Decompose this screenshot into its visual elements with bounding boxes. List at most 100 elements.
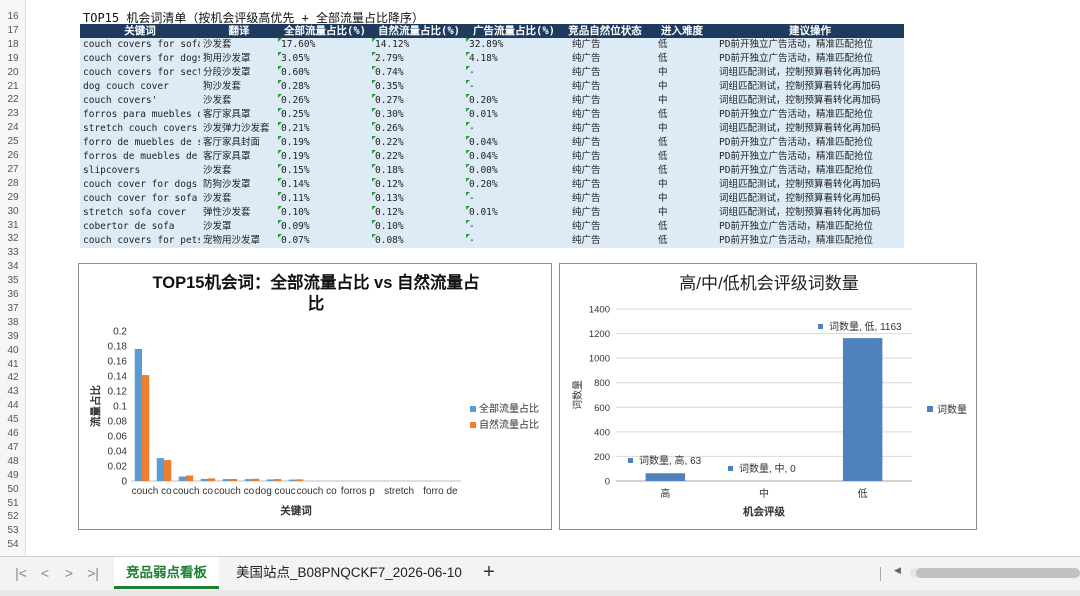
row-number[interactable]: 32 bbox=[0, 232, 26, 246]
row-number[interactable]: 41 bbox=[0, 358, 26, 372]
table-row[interactable]: forro de muebles de sal客厅家具封面0.19%0.22%0… bbox=[80, 136, 904, 150]
table-row[interactable]: couch covers' 沙发套 0.26% 0.27% 0.20% 纯广告中词组匹配测… bbox=[80, 94, 904, 108]
row-number[interactable]: 20 bbox=[0, 66, 26, 80]
table-cell[interactable]: 分段沙发罩 bbox=[200, 66, 278, 80]
table-cell[interactable]: couch covers' bbox=[80, 94, 200, 108]
table-cell[interactable]: 狗沙发套 bbox=[200, 80, 278, 94]
table-cell[interactable]: 中 bbox=[648, 178, 716, 192]
row-number[interactable]: 40 bbox=[0, 344, 26, 358]
table-cell[interactable]: 低 bbox=[648, 38, 716, 52]
table-cell[interactable]: couch cover for dogs bbox=[80, 178, 200, 192]
table-cell[interactable]: 中 bbox=[648, 66, 716, 80]
table-cell[interactable]: 中 bbox=[648, 206, 716, 220]
column-header[interactable]: 进入难度 bbox=[648, 24, 716, 38]
table-row[interactable]: cobertor de sofa 沙发罩 0.09% 0.10% - 纯广告低 PD前开独立… bbox=[80, 220, 904, 234]
prev-sheet-icon[interactable]: < bbox=[34, 565, 56, 581]
column-header[interactable]: 竞品自然位状态 bbox=[562, 24, 648, 38]
row-number[interactable]: 27 bbox=[0, 163, 26, 177]
table-cell[interactable]: 0.18% bbox=[372, 164, 466, 178]
row-number[interactable]: 49 bbox=[0, 469, 26, 483]
table-cell[interactable]: 中 bbox=[648, 122, 716, 136]
table-cell[interactable]: couch covers for sofa bbox=[80, 38, 200, 52]
row-number[interactable]: 42 bbox=[0, 371, 26, 385]
table-cell[interactable]: 词组匹配测试，控制预算看转化再加码 bbox=[716, 206, 904, 220]
rating-count-chart[interactable]: 高/中/低机会评级词数量 0 200 400 600 800 1000 1200 1400 词数量… bbox=[559, 263, 977, 530]
table-cell[interactable]: 0.26% bbox=[278, 94, 372, 108]
table-cell[interactable]: 中 bbox=[648, 94, 716, 108]
table-cell[interactable]: 纯广告 bbox=[562, 108, 648, 122]
table-cell[interactable]: 0.25% bbox=[278, 108, 372, 122]
table-cell[interactable]: - bbox=[466, 66, 562, 80]
table-cell[interactable]: 低 bbox=[648, 220, 716, 234]
row-number[interactable]: 23 bbox=[0, 107, 26, 121]
table-cell[interactable]: - bbox=[466, 220, 562, 234]
table-cell[interactable]: 纯广告 bbox=[562, 206, 648, 220]
table-cell[interactable]: - bbox=[466, 192, 562, 206]
row-number[interactable]: 31 bbox=[0, 219, 26, 233]
table-cell[interactable]: 纯广告 bbox=[562, 38, 648, 52]
table-row[interactable]: couch covers for sectio分段沙发罩0.60%0.74%-纯… bbox=[80, 66, 904, 80]
column-header[interactable]: 关键词 bbox=[80, 24, 200, 38]
table-cell[interactable]: - bbox=[466, 122, 562, 136]
scrollbar-thumb[interactable] bbox=[916, 568, 1080, 578]
table-cell[interactable]: dog couch cover bbox=[80, 80, 200, 94]
table-cell[interactable]: 纯广告 bbox=[562, 52, 648, 66]
tab-us-site[interactable]: 美国站点_B08PNQCKF7_2026-06-10 bbox=[224, 557, 474, 589]
table-cell[interactable]: 0.01% bbox=[466, 206, 562, 220]
row-number[interactable]: 54 bbox=[0, 538, 26, 552]
table-cell[interactable]: 0.28% bbox=[278, 80, 372, 94]
table-row[interactable]: forros de muebles de sa客厅家具罩0.19%0.22%0.… bbox=[80, 150, 904, 164]
row-number[interactable]: 35 bbox=[0, 274, 26, 288]
row-number[interactable]: 33 bbox=[0, 246, 26, 260]
table-cell[interactable]: 0.13% bbox=[372, 192, 466, 206]
row-number[interactable]: 18 bbox=[0, 38, 26, 52]
table-cell[interactable]: PD前开独立广告活动，精准匹配抢位 bbox=[716, 136, 904, 150]
table-cell[interactable]: 词组匹配测试，控制预算看转化再加码 bbox=[716, 122, 904, 136]
table-cell[interactable]: 沙发套 bbox=[200, 192, 278, 206]
table-cell[interactable]: 沙发套 bbox=[200, 164, 278, 178]
table-cell[interactable]: couch covers for pets bbox=[80, 234, 200, 248]
table-cell[interactable]: 0.04% bbox=[466, 136, 562, 150]
table-cell[interactable]: 0.22% bbox=[372, 136, 466, 150]
row-number[interactable]: 29 bbox=[0, 191, 26, 205]
table-cell[interactable]: 低 bbox=[648, 52, 716, 66]
column-header[interactable]: 全部流量占比(%) bbox=[278, 24, 372, 38]
table-cell[interactable]: 低 bbox=[648, 164, 716, 178]
table-cell[interactable]: 弹性沙发套 bbox=[200, 206, 278, 220]
row-number[interactable]: 30 bbox=[0, 205, 26, 219]
table-cell[interactable]: PD前开独立广告活动，精准匹配抢位 bbox=[716, 150, 904, 164]
row-number[interactable]: 39 bbox=[0, 330, 26, 344]
table-cell[interactable]: 0.19% bbox=[278, 150, 372, 164]
table-cell[interactable]: 0.12% bbox=[372, 206, 466, 220]
table-cell[interactable]: 词组匹配测试，控制预算看转化再加码 bbox=[716, 80, 904, 94]
table-cell[interactable]: 0.07% bbox=[278, 234, 372, 248]
row-number[interactable]: 34 bbox=[0, 260, 26, 274]
table-cell[interactable]: 防狗沙发罩 bbox=[200, 178, 278, 192]
table-row[interactable]: couch cover for sofa 沙发套 0.11% 0.13% - 纯广告中词组… bbox=[80, 192, 904, 206]
table-cell[interactable]: forros para muebles de bbox=[80, 108, 200, 122]
row-number[interactable]: 17 bbox=[0, 24, 26, 38]
table-cell[interactable]: couch covers for dogs bbox=[80, 52, 200, 66]
table-cell[interactable]: 0.00% bbox=[466, 164, 562, 178]
row-number[interactable]: 19 bbox=[0, 52, 26, 66]
table-cell[interactable]: 0.22% bbox=[372, 150, 466, 164]
column-header[interactable]: 建议操作 bbox=[716, 24, 904, 38]
table-cell[interactable]: 0.21% bbox=[278, 122, 372, 136]
row-number[interactable]: 43 bbox=[0, 385, 26, 399]
table-cell[interactable]: 0.04% bbox=[466, 150, 562, 164]
row-number[interactable]: 47 bbox=[0, 441, 26, 455]
row-number[interactable]: 22 bbox=[0, 93, 26, 107]
table-cell[interactable]: couch cover for sofa bbox=[80, 192, 200, 206]
row-number[interactable]: 45 bbox=[0, 413, 26, 427]
table-cell[interactable]: 0.26% bbox=[372, 122, 466, 136]
traffic-share-chart[interactable]: TOP15机会词：全部流量占比 vs 自然流量占比 0 0.02 0.04 0.06 0.… bbox=[78, 263, 552, 530]
add-sheet-icon[interactable]: + bbox=[478, 561, 500, 584]
horizontal-scrollbar[interactable] bbox=[910, 568, 1080, 578]
table-cell[interactable]: PD前开独立广告活动，精准匹配抢位 bbox=[716, 220, 904, 234]
table-cell[interactable]: 0.60% bbox=[278, 66, 372, 80]
row-number[interactable]: 53 bbox=[0, 524, 26, 538]
row-number[interactable]: 36 bbox=[0, 288, 26, 302]
row-number[interactable]: 52 bbox=[0, 510, 26, 524]
table-cell[interactable]: 纯广告 bbox=[562, 220, 648, 234]
table-cell[interactable]: PD前开独立广告活动，精准匹配抢位 bbox=[716, 108, 904, 122]
